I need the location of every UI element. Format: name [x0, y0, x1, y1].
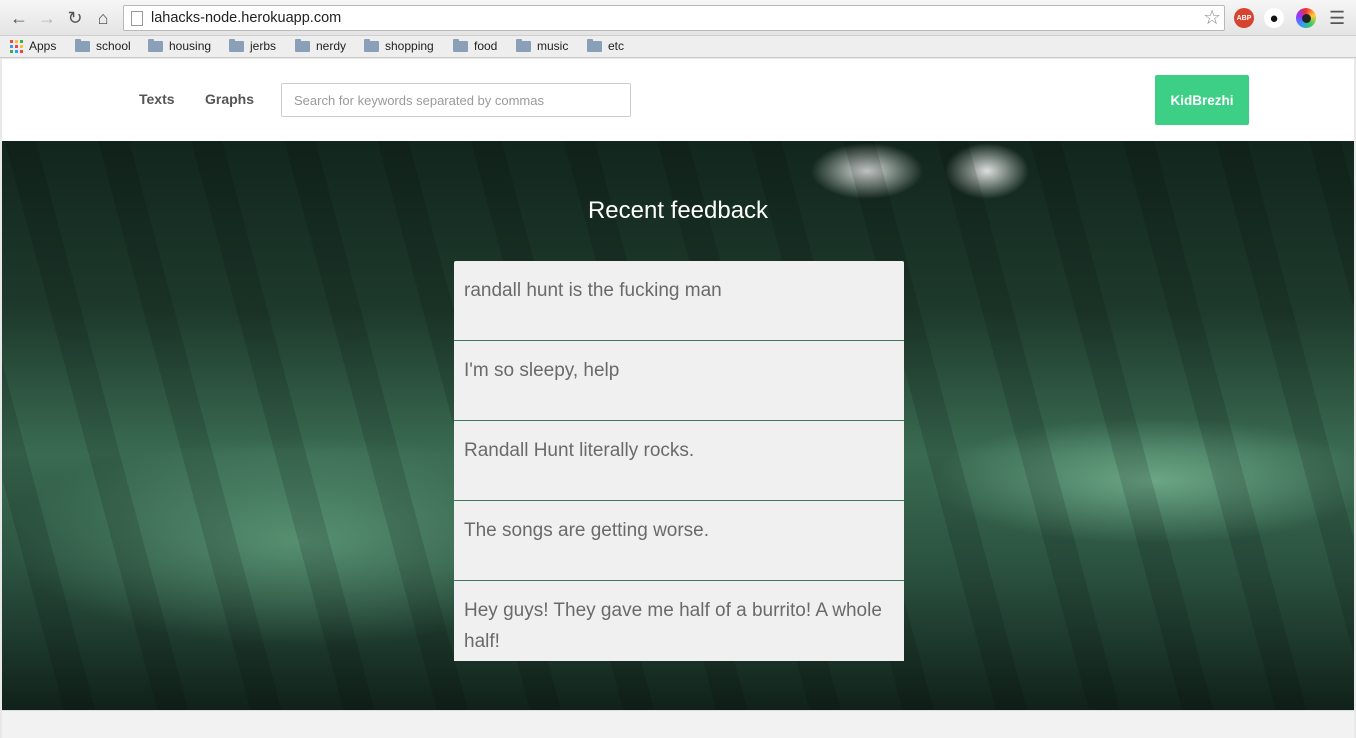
- home-icon[interactable]: ⌂: [92, 7, 114, 29]
- bookmark-label: housing: [169, 39, 212, 53]
- ghost-extension-icon[interactable]: ●: [1264, 8, 1284, 28]
- folder-icon: [516, 38, 531, 52]
- bookmark-folder-food[interactable]: food: [453, 38, 498, 53]
- bookmark-folder-jerbs[interactable]: jerbs: [229, 38, 277, 53]
- folder-icon: [453, 38, 468, 52]
- adblock-label: ABP: [1236, 14, 1252, 22]
- page-icon: [131, 11, 143, 26]
- bookmark-label: etc: [608, 39, 625, 53]
- bookmark-label: nerdy: [316, 39, 347, 53]
- browser-menu-icon[interactable]: ☰: [1329, 8, 1345, 29]
- bookmark-label: school: [96, 39, 131, 53]
- reload-icon[interactable]: ↻: [64, 7, 86, 29]
- folder-icon: [587, 38, 602, 52]
- feedback-item: The songs are getting worse.: [454, 501, 904, 581]
- feedback-text: The songs are getting worse.: [464, 520, 710, 541]
- feedback-text: randall hunt is the fucking man: [464, 280, 722, 301]
- address-bar[interactable]: lahacks-node.herokuapp.com ☆: [123, 5, 1225, 31]
- folder-icon: [148, 38, 163, 52]
- page-content: Texts Graphs KidBrezhi Recent feedback r…: [2, 59, 1354, 710]
- bookmark-folder-school[interactable]: school: [75, 38, 131, 53]
- bookmark-folder-music[interactable]: music: [516, 38, 569, 53]
- feedback-item: Randall Hunt literally rocks.: [454, 421, 904, 501]
- user-account-button[interactable]: KidBrezhi: [1155, 75, 1249, 125]
- nav-link-graphs[interactable]: Graphs: [205, 91, 254, 107]
- feedback-text: Randall Hunt literally rocks.: [464, 440, 695, 461]
- hero-section: Recent feedback randall hunt is the fuck…: [2, 141, 1354, 710]
- bookmark-label: jerbs: [250, 39, 277, 53]
- color-picker-extension-icon[interactable]: [1296, 8, 1316, 28]
- feedback-item: Hey guys! They gave me half of a burrito…: [454, 581, 904, 661]
- bookmark-folder-etc[interactable]: etc: [587, 38, 625, 53]
- bookmarks-bar: Apps school housing jerbs nerdy shopping…: [0, 36, 1356, 58]
- feedback-list: randall hunt is the fucking man I'm so s…: [454, 261, 904, 661]
- nav-link-texts[interactable]: Texts: [139, 91, 175, 107]
- feedback-text: I'm so sleepy, help: [464, 360, 620, 381]
- apps-grid-icon: [10, 39, 23, 53]
- back-icon[interactable]: ←: [8, 7, 30, 29]
- bookmark-star-icon[interactable]: ☆: [1203, 6, 1221, 30]
- bookmark-folder-housing[interactable]: housing: [148, 38, 212, 53]
- folder-icon: [364, 38, 379, 52]
- feedback-item: randall hunt is the fucking man: [454, 261, 904, 341]
- site-header: Texts Graphs KidBrezhi: [2, 59, 1354, 141]
- folder-icon: [229, 38, 244, 52]
- keyword-search-input[interactable]: [281, 83, 631, 117]
- page-footer: [2, 710, 1354, 738]
- folder-icon: [295, 38, 310, 52]
- browser-toolbar: ← → ↻ ⌂ lahacks-node.herokuapp.com ☆ ABP…: [0, 0, 1356, 36]
- bookmark-folder-shopping[interactable]: shopping: [364, 38, 434, 53]
- adblock-icon[interactable]: ABP: [1234, 8, 1254, 28]
- folder-icon: [75, 38, 90, 52]
- section-title: Recent feedback: [587, 197, 769, 224]
- feedback-item: I'm so sleepy, help: [454, 341, 904, 421]
- feedback-text: Hey guys! They gave me half of a burrito…: [464, 600, 882, 652]
- bookmark-label: food: [474, 39, 498, 53]
- url-text[interactable]: lahacks-node.herokuapp.com: [151, 10, 341, 26]
- bookmark-label: Apps: [29, 39, 57, 53]
- bookmark-apps[interactable]: Apps: [10, 39, 56, 53]
- bookmark-label: music: [537, 39, 569, 53]
- bookmark-folder-nerdy[interactable]: nerdy: [295, 38, 347, 53]
- bookmark-label: shopping: [385, 39, 434, 53]
- forward-icon[interactable]: →: [36, 7, 58, 29]
